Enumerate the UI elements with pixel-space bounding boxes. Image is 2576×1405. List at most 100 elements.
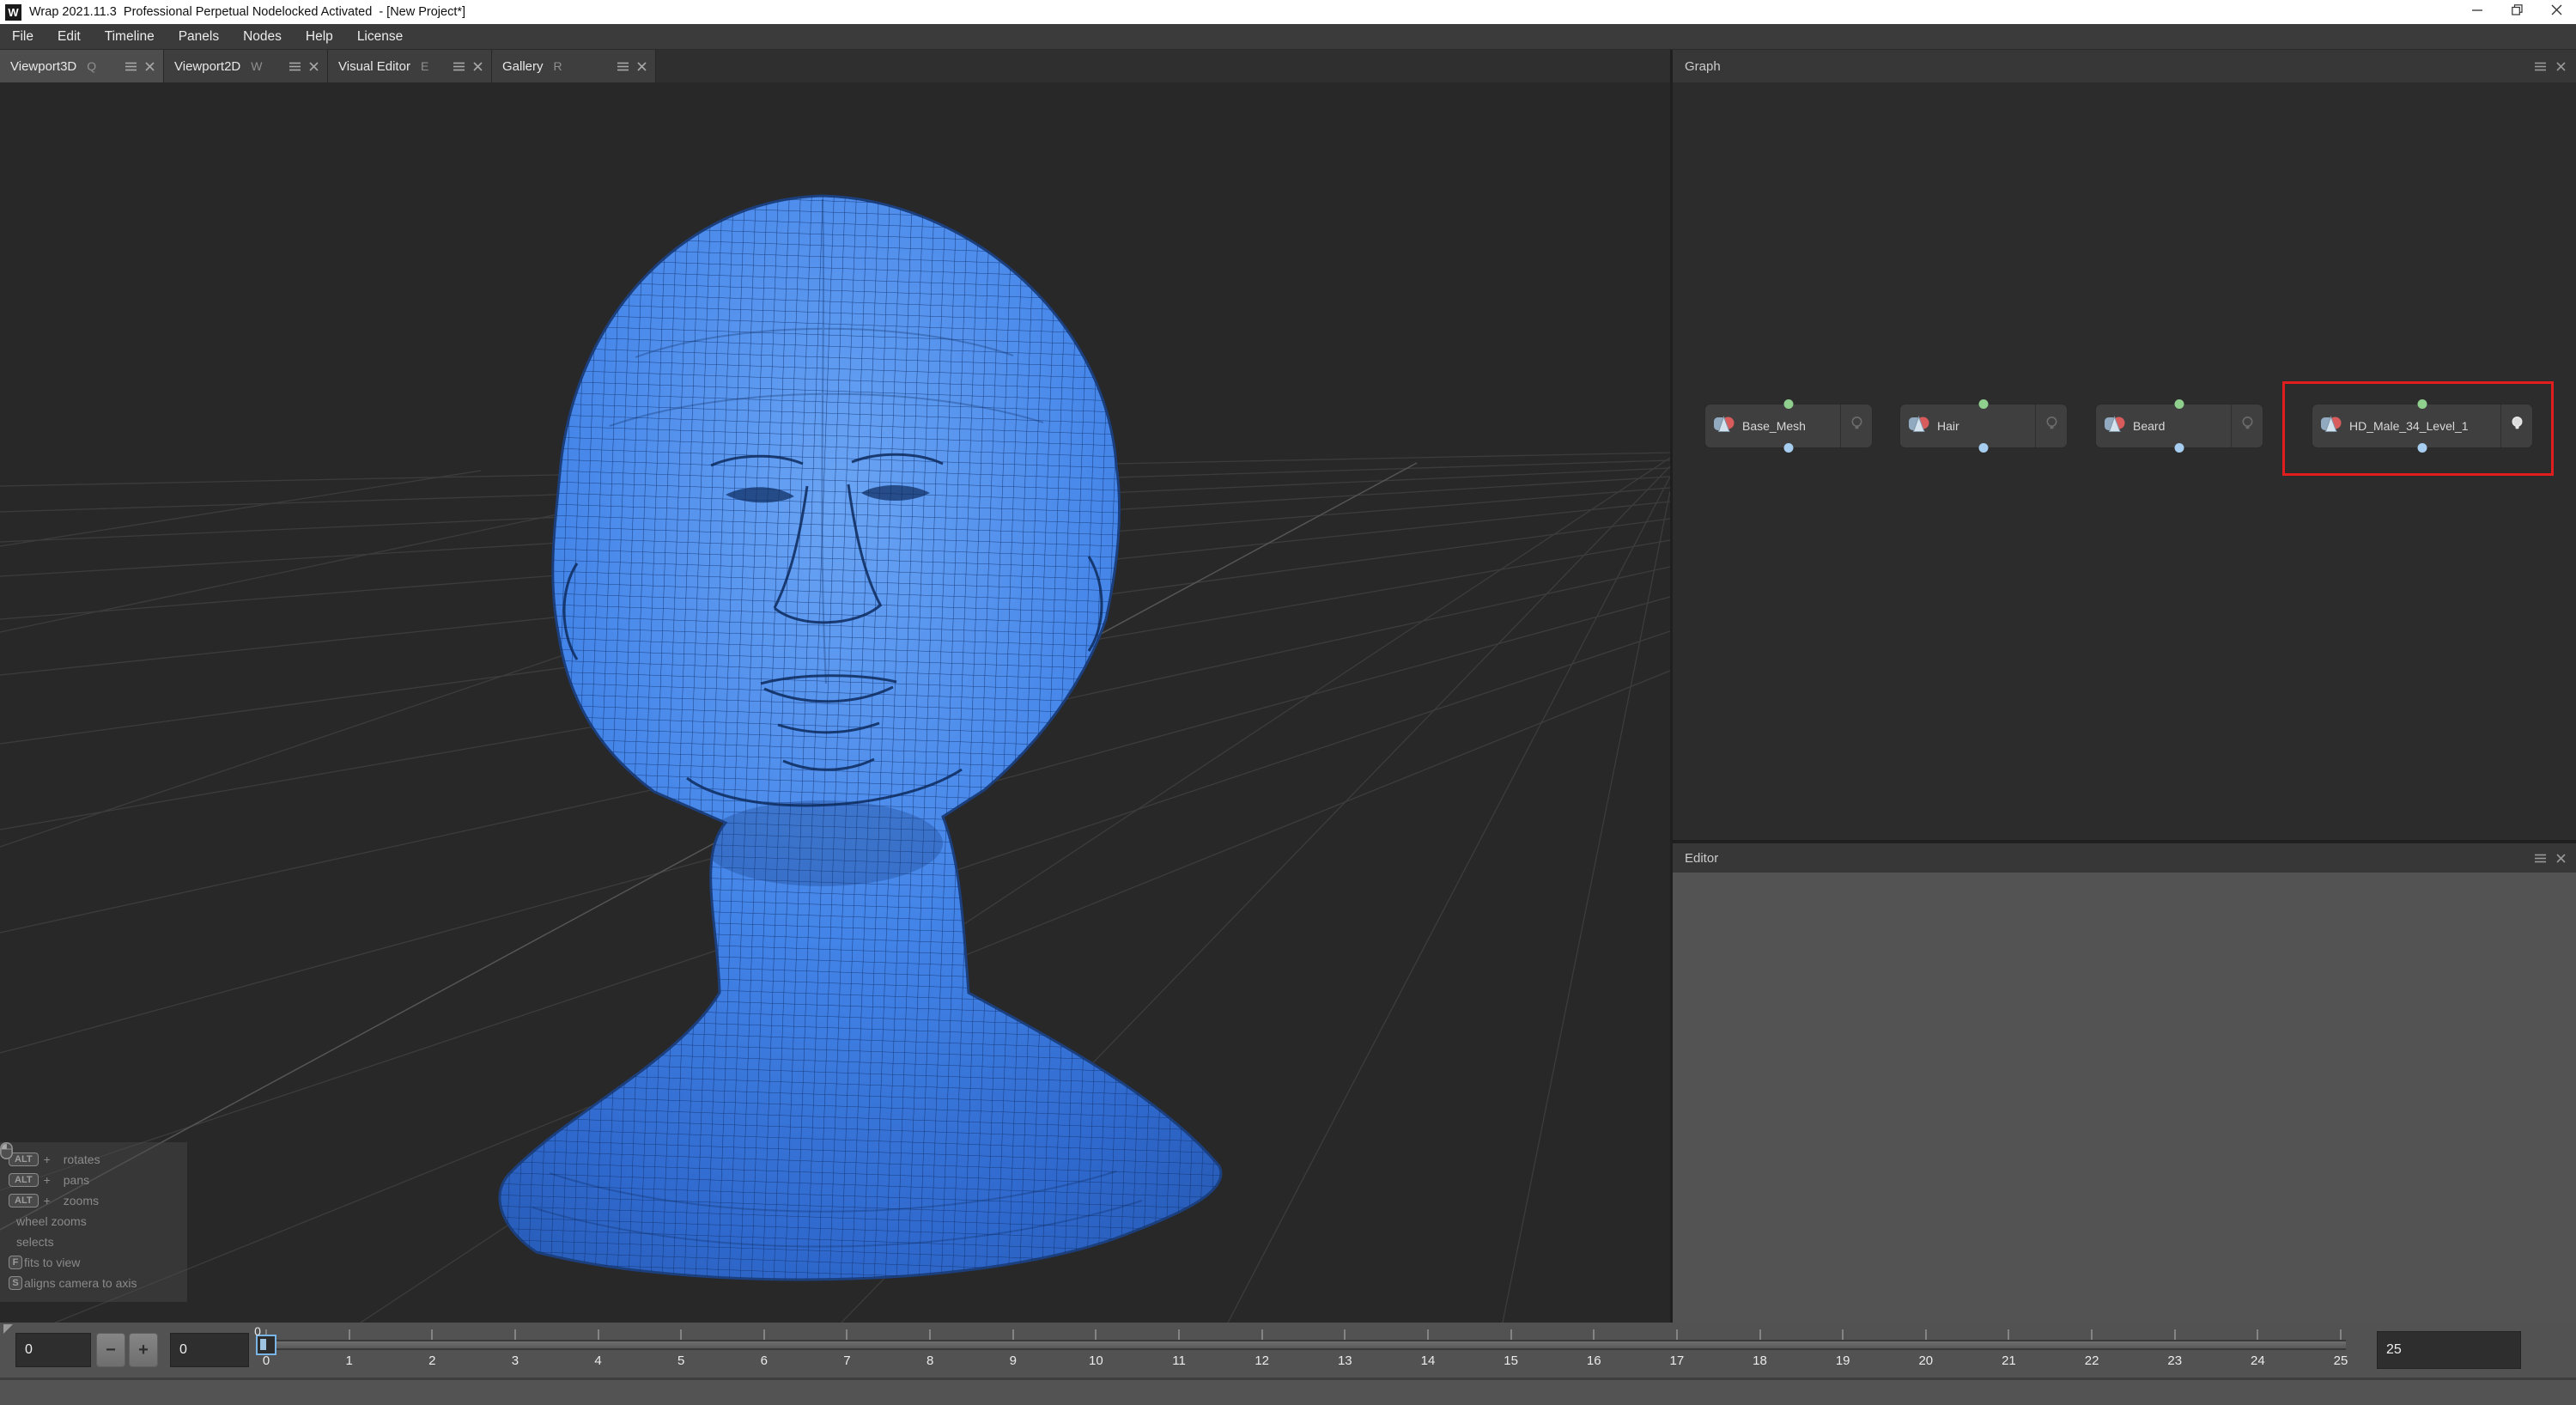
ruler-tick-label: 25 [2334,1353,2348,1368]
ruler-tick-label: 9 [1010,1353,1017,1368]
range-end-input[interactable] [2377,1331,2521,1369]
node-input-connector[interactable] [2418,443,2427,453]
window-title: Wrap 2021.11.3 Professional Perpetual No… [29,5,465,19]
node-visibility-toggle[interactable] [2035,404,2067,447]
ruler-tick [1759,1329,1761,1340]
tab-menu-icon[interactable] [453,62,465,71]
tab-gallery[interactable]: GalleryR [492,50,656,82]
timeline-ruler[interactable]: 0123456789101112131415161718192021222324… [266,1323,2341,1378]
editor-menu-icon[interactable] [2535,854,2546,863]
tab-viewport2d[interactable]: Viewport2DW [164,50,328,82]
frame-increment-button[interactable]: + [129,1333,158,1367]
geometry-node-icon [2103,414,2126,439]
tab-close-icon[interactable] [637,62,647,71]
frame-decrement-button[interactable]: − [96,1333,125,1367]
timeline-playhead[interactable]: 0 [256,1335,276,1355]
minimize-icon [2472,4,2483,20]
menu-item-help[interactable]: Help [294,24,345,49]
ruler-tick [2174,1329,2176,1340]
tab-viewport3d[interactable]: Viewport3DQ [0,50,164,82]
ruler-tick [2257,1329,2258,1340]
hint-label: rotates [64,1153,100,1166]
hint-label: selects [16,1235,54,1249]
graph-node-hd_male_34_level_1[interactable]: HD_Male_34_Level_1 [2312,404,2533,448]
graph-node-beard[interactable]: Beard [2095,404,2263,448]
tab-menu-icon[interactable] [617,62,629,71]
node-input-connector[interactable] [2175,443,2184,453]
menu-item-panels[interactable]: Panels [167,24,231,49]
node-input-connector[interactable] [1784,443,1794,453]
tab-menu-icon[interactable] [125,62,137,71]
ruler-tick-label: 0 [263,1353,270,1368]
node-input-connector[interactable] [1979,443,1989,453]
tab-visual-editor[interactable]: Visual Editor E [328,50,492,82]
node-label: Beard [2133,419,2165,433]
range-start-input[interactable] [15,1333,91,1367]
tab-label: Visual Editor [338,59,410,74]
menu-item-nodes[interactable]: Nodes [231,24,294,49]
node-visibility-toggle[interactable] [2500,404,2532,447]
current-frame-input[interactable] [170,1333,249,1367]
ruler-tick [1925,1329,1927,1340]
viewport-3d-canvas[interactable]: ALT+rotatesALT+pansALT+zoomswheel zoomss… [0,82,1670,1323]
tab-label: Gallery [502,59,544,74]
ruler-tick [2091,1329,2093,1340]
node-label: HD_Male_34_Level_1 [2349,419,2469,433]
ruler-tick [1510,1329,1512,1340]
keycap-alt: ALT [9,1173,39,1187]
geometry-node-icon [2319,414,2342,439]
menu-item-file[interactable]: File [0,24,46,49]
keycap-f: F [9,1256,22,1269]
ruler-tick-label: 21 [2002,1353,2016,1368]
tab-shortcut-key: E [421,59,428,73]
menu-item-license[interactable]: License [345,24,415,49]
ruler-tick-label: 18 [1753,1353,1767,1368]
graph-node-base_mesh[interactable]: Base_Mesh [1704,404,1873,448]
node-output-connector[interactable] [2175,399,2184,409]
node-label: Base_Mesh [1742,419,1806,433]
timeline-collapse-icon[interactable] [3,1324,13,1334]
ruler-tick [2008,1329,2009,1340]
graph-node-canvas[interactable]: Base_Mesh Hair Beard HD_Male_34_Level_1 [1673,82,2576,840]
graph-panel-title: Graph [1685,59,1721,74]
close-button[interactable] [2537,0,2576,24]
ruler-tick-label: 15 [1504,1353,1518,1368]
ruler-tick [1593,1329,1595,1340]
ruler-tick-label: 2 [428,1353,435,1368]
ruler-tick [1427,1329,1429,1340]
editor-panel-content [1673,873,2576,1323]
hint-label: wheel zooms [16,1214,87,1228]
title-bar: W Wrap 2021.11.3 Professional Perpetual … [0,0,2576,24]
node-output-connector[interactable] [1979,399,1989,409]
tab-menu-icon[interactable] [289,62,301,71]
editor-close-icon[interactable] [2556,854,2566,863]
graph-panel-header: Graph [1673,50,2576,82]
graph-node-hair[interactable]: Hair [1899,404,2068,448]
hint-label: pans [64,1173,89,1187]
node-visibility-toggle[interactable] [1840,404,1872,447]
ruler-tick-label: 23 [2167,1353,2182,1368]
menu-item-edit[interactable]: Edit [46,24,93,49]
timeline-bar: − + 012345678910111213141516171819202122… [0,1323,2576,1378]
graph-menu-icon[interactable] [2535,62,2546,71]
tab-close-icon[interactable] [309,62,319,71]
ruler-tick-label: 16 [1587,1353,1601,1368]
tab-close-icon[interactable] [473,62,483,71]
ruler-tick [763,1329,765,1340]
hint-label: fits to view [24,1256,80,1269]
ruler-tick [1095,1329,1097,1340]
restore-button[interactable] [2497,0,2537,24]
minimize-button[interactable] [2458,0,2497,24]
tab-close-icon[interactable] [145,62,155,71]
node-output-connector[interactable] [1784,399,1794,409]
ruler-tick [1344,1329,1346,1340]
node-output-connector[interactable] [2418,399,2427,409]
menu-item-timeline[interactable]: Timeline [93,24,167,49]
editor-panel-title: Editor [1685,851,1718,866]
ruler-tick [431,1329,433,1340]
timeline-track[interactable] [261,1340,2346,1350]
hint-rotates: ALT+rotates [9,1149,187,1170]
ruler-tick [2340,1329,2342,1340]
node-visibility-toggle[interactable] [2231,404,2263,447]
graph-close-icon[interactable] [2556,62,2566,71]
